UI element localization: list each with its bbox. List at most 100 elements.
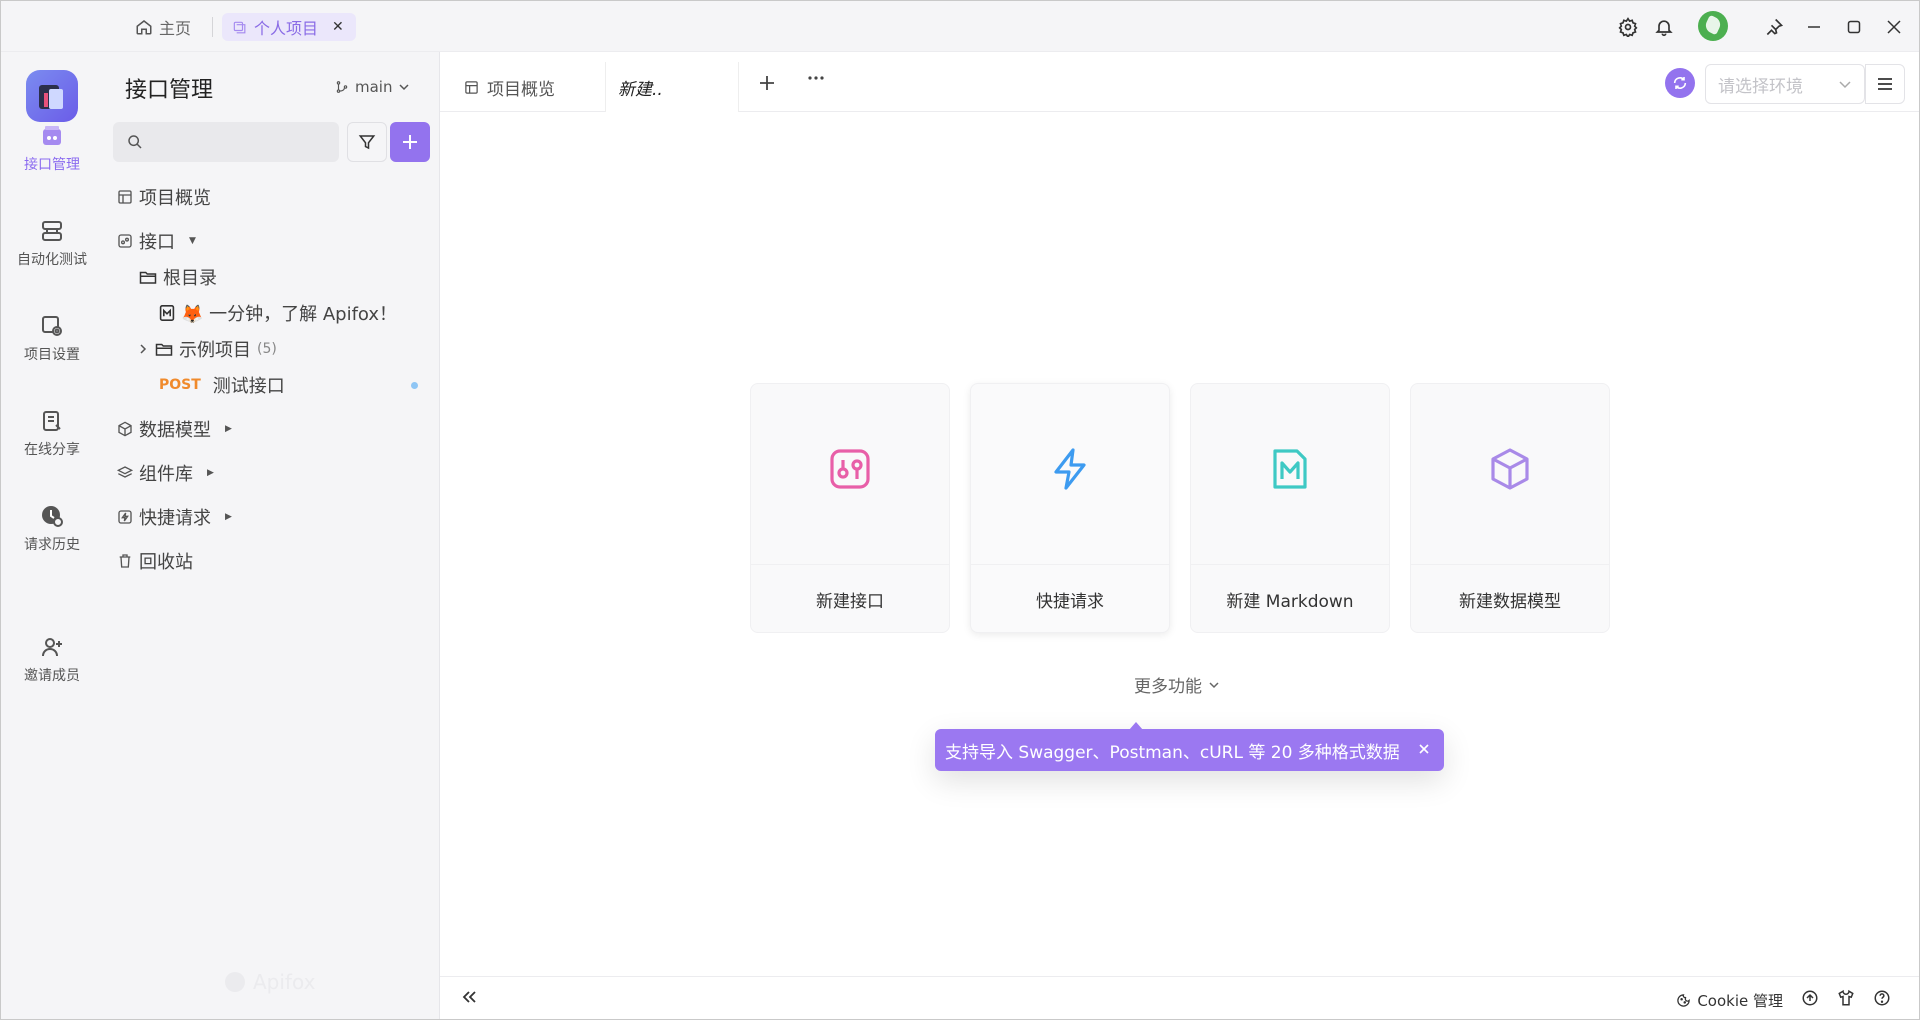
close-window-button[interactable] xyxy=(1880,13,1908,41)
card-quick-request[interactable]: 快捷请求 xyxy=(970,383,1170,633)
plus-icon xyxy=(760,76,774,90)
refresh-icon xyxy=(1673,77,1687,89)
automation-icon xyxy=(1,219,103,243)
caret-right-icon: ▶ xyxy=(225,512,232,522)
menu-icon xyxy=(1878,78,1892,90)
tree-item-api[interactable]: 接口 ▼ xyxy=(117,228,196,254)
rail-item-automation-test[interactable]: 自动化测试 xyxy=(1,219,103,269)
rail-item-project-settings[interactable]: 项目设置 xyxy=(1,314,103,364)
rail-label: 请求历史 xyxy=(24,537,80,553)
minimize-button[interactable] xyxy=(1800,13,1828,41)
settings-button[interactable] xyxy=(1614,13,1642,41)
card-new-api[interactable]: 新建接口 xyxy=(750,383,950,633)
layout-icon xyxy=(465,80,478,94)
collapse-sidebar-button[interactable] xyxy=(460,987,478,1011)
card-divider xyxy=(751,564,949,565)
unsaved-dot xyxy=(411,382,418,389)
rail-label: 接口管理 xyxy=(24,157,80,173)
folder-open-icon xyxy=(139,271,157,284)
ellipsis-icon xyxy=(808,76,824,80)
cookie-manager-button[interactable]: Cookie 管理 xyxy=(1676,990,1783,1011)
tree-label: 数据模型 xyxy=(139,420,211,441)
card-new-markdown[interactable]: 新建 Markdown xyxy=(1190,383,1390,633)
tab-label: 项目概览 xyxy=(487,79,555,100)
card-divider xyxy=(1191,564,1389,565)
project-settings-icon xyxy=(1,314,103,338)
api-icon xyxy=(118,234,132,248)
cube-icon xyxy=(118,421,132,437)
layout-icon xyxy=(118,190,132,204)
close-tab-icon[interactable]: ✕ xyxy=(332,19,344,35)
app-window: 主页 个人项目 ✕ 接口管理 自动化测试 项目设置 在线分享 请求历史 邀请成员… xyxy=(0,0,1920,1020)
new-tab-button[interactable] xyxy=(758,70,776,98)
tab-project-overview[interactable]: 项目概览 xyxy=(464,62,569,112)
plus-icon xyxy=(403,135,417,149)
status-bar: Cookie 管理 xyxy=(440,976,1919,1019)
cookie-label: Cookie 管理 xyxy=(1697,991,1783,1010)
rail-item-invite-member[interactable]: 邀请成员 xyxy=(1,635,103,685)
sync-button[interactable] xyxy=(1665,68,1695,98)
brand-watermark: Apifox xyxy=(223,970,315,994)
double-chevron-left-icon xyxy=(462,991,476,1003)
watermark-text: Apifox xyxy=(253,970,316,994)
sidebar: 接口管理 main 项目概览 接口 ▼ 根目录 🦊 一分钟，了解 Apifox！… xyxy=(103,52,440,1019)
project-tab[interactable]: 个人项目 ✕ xyxy=(222,13,356,41)
caret-down-icon: ▼ xyxy=(189,236,196,246)
folder-icon xyxy=(155,343,173,356)
chevron-down-icon xyxy=(399,84,410,91)
tooltip-text: 支持导入 Swagger、Postman、cURL 等 20 多种格式数据 xyxy=(945,742,1400,763)
more-tabs-button[interactable] xyxy=(806,68,826,93)
tab-new[interactable]: 新建.. xyxy=(605,62,739,112)
request-history-icon xyxy=(1,504,103,528)
tab-bar: 项目概览 新建.. 请选择环境 xyxy=(440,52,1919,112)
add-button[interactable] xyxy=(390,122,430,162)
tree-item-quick-request[interactable]: 快捷请求 ▶ xyxy=(117,504,232,530)
maximize-button[interactable] xyxy=(1840,13,1868,41)
close-icon xyxy=(1880,13,1908,41)
markdown-icon xyxy=(1191,446,1389,492)
tree-item-project-overview[interactable]: 项目概览 xyxy=(117,184,211,210)
environment-select[interactable]: 请选择环境 xyxy=(1705,64,1865,104)
rail-item-api-management[interactable]: 接口管理 xyxy=(1,124,103,174)
environment-menu-button[interactable] xyxy=(1865,64,1905,104)
shirt-icon xyxy=(1838,989,1854,1006)
rail-item-online-share[interactable]: 在线分享 xyxy=(1,409,103,459)
tree-item-markdown-doc[interactable]: 🦊 一分钟，了解 Apifox！ xyxy=(159,300,397,326)
card-label: 新建接口 xyxy=(816,592,884,612)
theme-button[interactable] xyxy=(1837,989,1855,1011)
tree-item-data-models[interactable]: 数据模型 ▶ xyxy=(117,416,232,442)
trash-icon xyxy=(119,554,131,568)
tree-item-test-api[interactable]: POST 测试接口 xyxy=(159,372,285,398)
home-tab-label: 主页 xyxy=(159,19,192,38)
user-avatar[interactable] xyxy=(1698,11,1728,41)
tree-label: 根目录 xyxy=(163,268,217,289)
card-new-data-model[interactable]: 新建数据模型 xyxy=(1410,383,1610,633)
project-icon xyxy=(233,21,246,34)
tree-item-components[interactable]: 组件库 ▶ xyxy=(117,460,214,486)
tree-label: 测试接口 xyxy=(212,376,285,397)
notifications-button[interactable] xyxy=(1650,13,1678,41)
search-input[interactable] xyxy=(151,134,331,150)
rail-item-request-history[interactable]: 请求历史 xyxy=(1,504,103,554)
pin-button[interactable] xyxy=(1760,13,1788,41)
home-tab[interactable]: 主页 xyxy=(135,13,191,41)
help-icon xyxy=(1874,990,1890,1006)
tree-item-sample-project[interactable]: 示例项目 (5) xyxy=(137,336,277,362)
more-features-toggle[interactable]: 更多功能 xyxy=(1134,672,1220,697)
minimize-icon xyxy=(1800,13,1828,41)
branch-selector[interactable]: main xyxy=(335,78,410,96)
help-button[interactable] xyxy=(1873,989,1891,1011)
filter-button[interactable] xyxy=(347,122,387,162)
chevron-right-icon[interactable] xyxy=(137,343,149,355)
import-tooltip: 支持导入 Swagger、Postman、cURL 等 20 多种格式数据 xyxy=(935,722,1444,771)
sidebar-title: 接口管理 xyxy=(125,78,214,103)
tree-item-recycle-bin[interactable]: 回收站 xyxy=(117,548,193,574)
close-icon[interactable] xyxy=(1418,739,1430,760)
avatar-icon xyxy=(1698,11,1728,41)
upload-button[interactable] xyxy=(1801,989,1819,1011)
project-logo-icon xyxy=(39,85,63,109)
tree-item-root-folder[interactable]: 根目录 xyxy=(139,264,217,290)
search-box[interactable] xyxy=(113,122,339,162)
app-logo[interactable] xyxy=(26,70,78,122)
item-count: (5) xyxy=(257,341,277,357)
